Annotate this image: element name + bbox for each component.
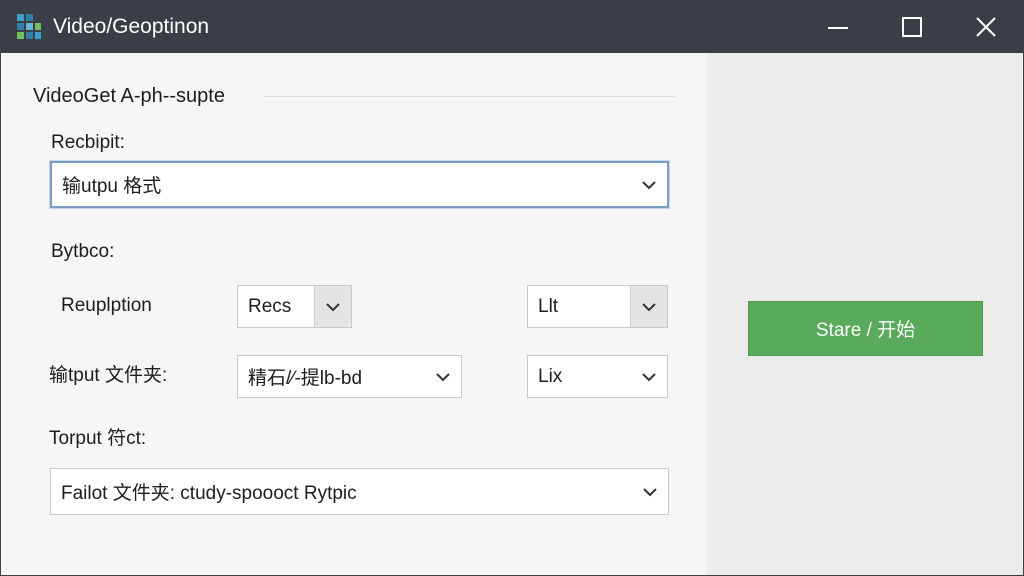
failot-folder-select[interactable]: Failot 文件夹: ctudy-spoooct Rytpic (50, 468, 669, 515)
torput-label: Torput 符ct: (49, 428, 147, 449)
reuplption-label: Reuplption (61, 295, 152, 316)
output-folder-label: 输tput 文件夹: (49, 365, 168, 386)
minimize-button[interactable] (801, 1, 875, 53)
output-folder-extra-value: Lix (538, 365, 563, 387)
failot-folder-value: Failot 文件夹: ctudy-spoooct Rytpic (61, 483, 357, 504)
bytbco-label: Bytbco: (51, 241, 115, 262)
maximize-button[interactable] (875, 1, 949, 53)
output-format-value: 输utpu 格式 (62, 176, 162, 197)
chevron-down-icon (630, 286, 667, 327)
chevron-down-icon (631, 356, 667, 397)
window-title: Video/Geoptinon (53, 15, 210, 38)
output-format-select[interactable]: 输utpu 格式 (50, 161, 669, 208)
reuplption-select[interactable]: Recs (237, 285, 352, 328)
maximize-icon (902, 17, 922, 37)
group-divider (263, 96, 675, 97)
close-icon (976, 17, 996, 37)
output-folder-extra-select[interactable]: Lix (527, 355, 668, 398)
chevron-down-icon (632, 469, 668, 514)
output-folder-select[interactable]: 精石/⁄-提lb-bd (237, 355, 462, 398)
close-button[interactable] (949, 1, 1023, 53)
chevron-down-icon (631, 163, 667, 206)
app-grid-icon (17, 14, 41, 39)
app-window: Video/Geoptinon VideoGet A-ph--supte Rec… (0, 0, 1024, 576)
output-folder-value: 精石/⁄-提lb-bd (248, 368, 363, 389)
chevron-down-icon (314, 286, 351, 327)
title-bar: Video/Geoptinon (1, 1, 1023, 53)
recbipit-label: Recbipit: (51, 132, 125, 153)
reuplption-extra-select[interactable]: Llt (527, 285, 668, 328)
reuplption-value: Recs (248, 295, 292, 317)
group-title: VideoGet A-ph--supte (33, 85, 225, 107)
reuplption-extra-value: Llt (538, 295, 559, 317)
start-button[interactable]: Stare / 开始 (748, 301, 983, 356)
settings-panel: VideoGet A-ph--supte Recbipit: 输utpu 格式 … (1, 53, 707, 575)
minimize-icon (828, 27, 848, 29)
chevron-down-icon (425, 356, 461, 397)
